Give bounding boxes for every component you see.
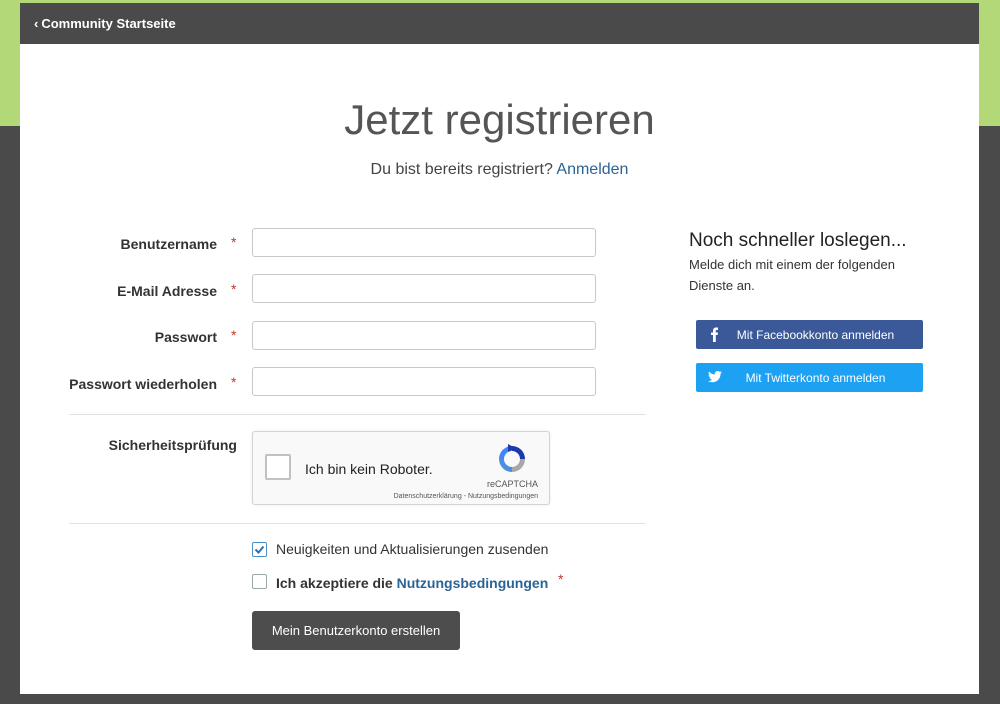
- twitter-login-button[interactable]: Mit Twitterkonto anmelden: [696, 363, 923, 392]
- recaptcha-logo-icon: [499, 444, 525, 472]
- checkmark-icon: [254, 545, 265, 554]
- page-title: Jetzt registrieren: [344, 96, 655, 143]
- form-divider: [69, 523, 646, 524]
- create-account-button[interactable]: Mein Benutzerkonto erstellen: [252, 611, 460, 650]
- recaptcha-checkbox[interactable]: [265, 454, 291, 480]
- username-label: Benutzername: [120, 236, 217, 252]
- facebook-login-label: Mit Facebookkonto anmelden: [736, 328, 895, 342]
- facebook-login-button[interactable]: Mit Facebookkonto anmelden: [696, 320, 923, 349]
- top-nav-bar: ‹ Community Startseite: [20, 3, 979, 44]
- terms-label-prefix: Ich akzeptiere die: [276, 575, 393, 591]
- login-prompt: Du bist bereits registriert? Anmelden: [20, 161, 979, 179]
- terms-checkbox[interactable]: [252, 574, 267, 589]
- social-title: Noch schneller loslegen...: [689, 230, 907, 251]
- twitter-login-label: Mit Twitterkonto anmelden: [745, 371, 886, 385]
- required-marker: *: [231, 327, 237, 343]
- password-label: Passwort: [154, 329, 217, 345]
- security-label: Sicherheitsprüfung: [108, 437, 237, 453]
- newsletter-checkbox[interactable]: [252, 542, 267, 557]
- chevron-left-icon: ‹: [34, 16, 39, 31]
- registration-card: Jetzt registrieren Du bist bereits regis…: [20, 44, 979, 694]
- login-prompt-text: Du bist bereits registriert?: [370, 161, 553, 178]
- required-marker: *: [231, 234, 237, 250]
- password-repeat-label: Passwort wiederholen: [69, 376, 217, 392]
- terms-link[interactable]: Nutzungsbedingungen: [397, 575, 549, 591]
- social-description: Melde dich mit einem der folgenden Diens…: [689, 257, 895, 293]
- required-marker: *: [231, 374, 237, 390]
- back-to-community-link[interactable]: ‹ Community Startseite: [34, 3, 176, 44]
- required-marker: *: [231, 281, 237, 297]
- back-link-label: Community Startseite: [41, 16, 176, 31]
- login-link[interactable]: Anmelden: [556, 161, 628, 178]
- required-marker: *: [558, 571, 564, 587]
- password-repeat-input[interactable]: [252, 367, 596, 396]
- newsletter-label: Neuigkeiten und Aktualisierungen zusende…: [276, 541, 549, 557]
- username-input[interactable]: [252, 228, 596, 257]
- email-label: E-Mail Adresse: [117, 283, 217, 299]
- recaptcha-label: Ich bin kein Roboter.: [305, 461, 433, 477]
- email-input[interactable]: [252, 274, 596, 303]
- recaptcha-widget: Ich bin kein Roboter. reCAPTCHA Datensch…: [252, 431, 550, 505]
- recaptcha-links[interactable]: Datenschutzerklärung - Nutzungsbedingung…: [394, 493, 538, 500]
- form-divider: [69, 414, 646, 415]
- recaptcha-brand: reCAPTCHA: [486, 479, 538, 489]
- terms-label: Ich akzeptiere die Nutzungsbedingungen: [276, 575, 548, 591]
- password-input[interactable]: [252, 321, 596, 350]
